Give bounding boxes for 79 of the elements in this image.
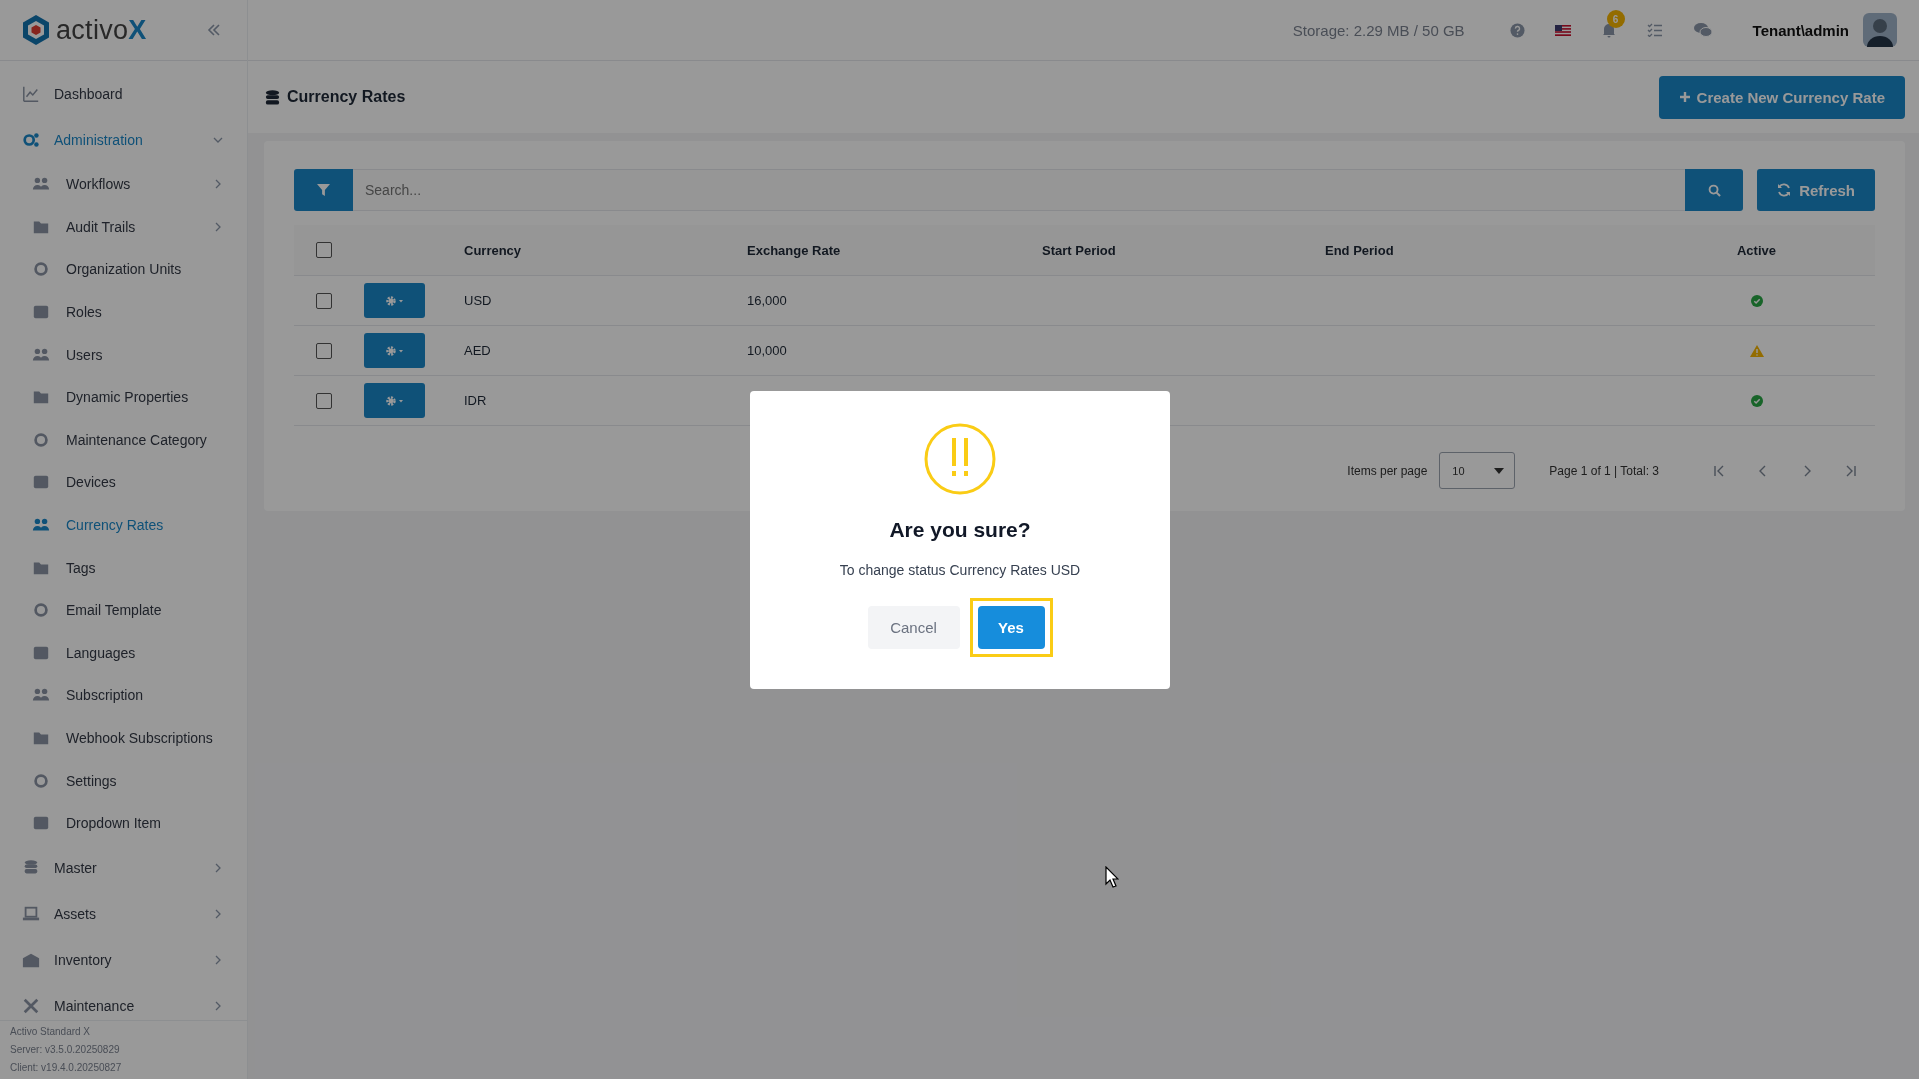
column-header: Exchange Rate	[747, 242, 841, 258]
gear-icon	[383, 294, 406, 307]
submenu-item[interactable]: Dynamic Properties	[0, 375, 247, 419]
create-button[interactable]: Create New Currency Rate	[1658, 75, 1905, 119]
submenu-item[interactable]: Maintenance Category	[0, 418, 247, 462]
row-actions-button[interactable]	[364, 283, 425, 318]
column-header: End Period	[1325, 242, 1394, 258]
plus-icon	[1678, 91, 1691, 103]
submenu-item[interactable]: Currency Rates	[0, 503, 247, 547]
submenu-item[interactable]: Roles	[0, 290, 247, 334]
flag-icon[interactable]	[1554, 24, 1571, 36]
coins-icon	[264, 88, 281, 106]
user-name[interactable]: Tenant\admin	[1752, 21, 1849, 39]
menu-item[interactable]: Dashboard	[0, 71, 247, 117]
row-actions-button[interactable]	[364, 333, 425, 368]
select-all-checkbox[interactable]	[316, 242, 332, 258]
avatar-icon[interactable]	[1863, 13, 1897, 47]
task-list-icon[interactable]	[1646, 23, 1663, 37]
filter-icon	[317, 183, 330, 197]
search-button[interactable]	[1685, 169, 1744, 211]
version-text: Server: v3.5.0.20250829	[10, 1043, 121, 1057]
table-cell: 10,000	[747, 343, 787, 358]
submenu-item[interactable]: Languages	[0, 631, 247, 675]
submenu-item[interactable]: Organization Units	[0, 248, 247, 291]
search-field[interactable]: Search...	[353, 169, 1686, 211]
hexagon-logo-icon	[22, 14, 50, 46]
dialog-message: To change status Currency Rates USD	[839, 562, 1081, 578]
last-page-icon[interactable]	[1845, 464, 1857, 477]
filter-button[interactable]	[294, 169, 353, 211]
submenu-item[interactable]: Dropdown Item	[0, 801, 247, 845]
chat-icon[interactable]	[1692, 22, 1713, 38]
gear-icon	[383, 344, 406, 357]
submenu-item[interactable]: Settings	[0, 759, 247, 802]
column-header: Currency	[464, 242, 522, 258]
version-text: Activo Standard X	[10, 1025, 92, 1039]
help-icon[interactable]	[1509, 22, 1525, 38]
row-checkbox[interactable]	[316, 392, 332, 409]
gear-icon	[383, 394, 406, 407]
first-page-icon[interactable]	[1713, 464, 1725, 477]
items-per-page-label: Items per page	[1347, 463, 1428, 478]
row-checkbox[interactable]	[316, 292, 332, 309]
page-title: Currency Rates	[287, 88, 406, 106]
menu-item[interactable]: Maintenance	[0, 982, 247, 1020]
table-cell: 16,000	[747, 293, 787, 308]
refresh-button[interactable]: Refresh	[1757, 169, 1875, 211]
column-header: Active	[1737, 242, 1776, 258]
menu-item[interactable]: Assets	[0, 890, 247, 937]
table-cell: AED	[464, 343, 491, 358]
row-actions-button[interactable]	[364, 383, 425, 418]
row-checkbox[interactable]	[316, 342, 332, 359]
submenu-item[interactable]: Devices	[0, 461, 247, 504]
submenu-item[interactable]: Workflows	[0, 163, 247, 206]
logo-text: activoX	[56, 14, 147, 46]
column-header: Start Period	[1042, 242, 1116, 258]
caret-icon	[1494, 467, 1505, 474]
search-icon	[1707, 183, 1721, 197]
refresh-icon	[1777, 183, 1792, 197]
menu-item[interactable]: Master	[0, 844, 247, 891]
yes-button[interactable]: Yes	[977, 606, 1045, 649]
menu-item[interactable]: Administration	[0, 117, 247, 163]
storage-text: Storage: 2.29 MB / 50 GB	[1292, 21, 1465, 39]
submenu-item[interactable]: Subscription	[0, 674, 247, 717]
cursor-icon	[1105, 866, 1119, 888]
version-text: Client: v19.4.0.20250827	[10, 1061, 123, 1075]
menu-item[interactable]: Inventory	[0, 936, 247, 983]
table-cell: IDR	[464, 393, 487, 408]
page-size-select[interactable]: 10	[1439, 452, 1516, 489]
submenu-item[interactable]: Email Template	[0, 588, 247, 632]
submenu-item[interactable]: Users	[0, 333, 247, 376]
dialog-title: Are you sure?	[889, 518, 1031, 542]
table-cell: USD	[464, 293, 492, 308]
submenu-item[interactable]: Audit Trails	[0, 205, 247, 249]
cancel-button[interactable]: Cancel	[867, 606, 960, 649]
notification-badge: 6	[1606, 10, 1625, 28]
page-summary: Page 1 of 1 | Total: 3	[1549, 463, 1659, 478]
collapse-sidebar-icon[interactable]	[207, 24, 221, 36]
exclamation-icon	[924, 423, 996, 495]
submenu-item[interactable]: Tags	[0, 546, 247, 589]
submenu-item[interactable]: Webhook Subscriptions	[0, 716, 247, 760]
